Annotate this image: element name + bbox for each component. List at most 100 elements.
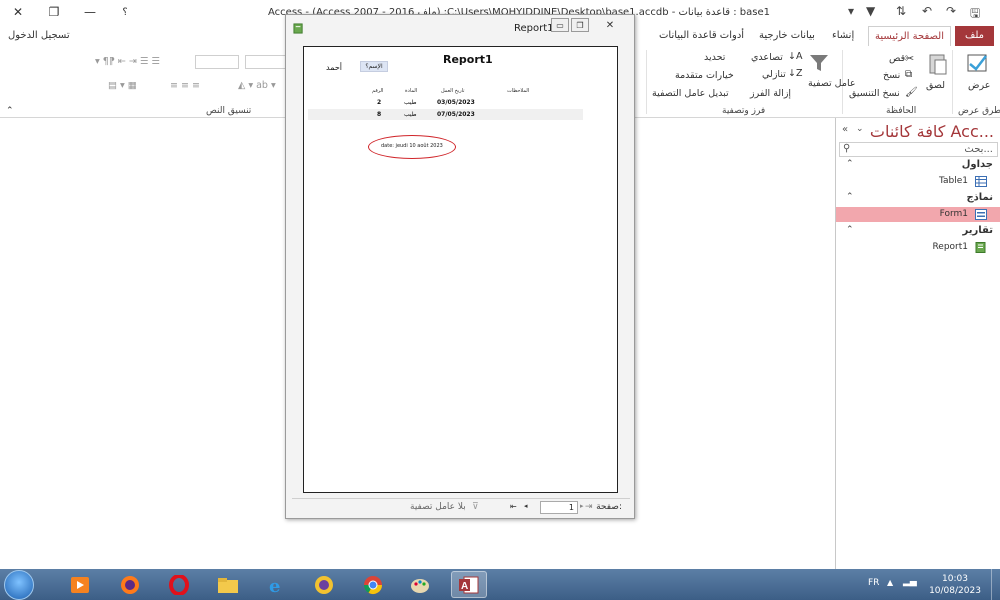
paste-button[interactable]: لصق — [926, 80, 945, 91]
list-icons[interactable]: ▾ ¶⁋ ⇤ ⇥ ☰ ☰ — [95, 56, 160, 67]
group-views-label: طرق عرض — [958, 106, 1000, 116]
paint-icon[interactable] — [402, 571, 438, 598]
vpn-icon[interactable] — [306, 571, 342, 598]
svg-text:e: e — [269, 576, 280, 595]
taskbar: e A FR ▲ ▂▄ 10:03 10/08/2023 — [0, 569, 1000, 600]
page-number-input[interactable]: 1 — [540, 501, 578, 514]
report-name-label: أحمد — [326, 63, 342, 72]
report-window[interactable]: Report1 ▭ ❐ ✕ Report1 الإسم؟ أحمد الرقم … — [285, 14, 635, 519]
filter-icon[interactable]: ▼ — [866, 4, 875, 18]
opera-icon[interactable] — [161, 571, 197, 598]
group-sort-filter-label: فرز وتصفية — [722, 106, 766, 116]
selection-button[interactable]: تحديد — [704, 52, 725, 63]
tab-file[interactable]: ملف — [955, 26, 995, 46]
column-header: الملاحظات — [507, 88, 530, 94]
date-field: date: jeudi 10 août 2023 — [381, 143, 443, 149]
nav-section-reports[interactable]: ⌃ تقارير — [836, 224, 1000, 239]
language-indicator[interactable]: FR — [868, 578, 879, 588]
row-num: 2 — [377, 99, 382, 106]
view-icon[interactable] — [966, 52, 990, 76]
nav-item-table1[interactable]: Table1 — [836, 174, 1000, 189]
nav-search-input[interactable]: بحث... — [964, 144, 993, 155]
nav-section-tables[interactable]: ⌃ جداول — [836, 158, 1000, 173]
format-painter-button[interactable]: نسخ التنسيق — [849, 88, 900, 99]
undo-icon[interactable]: ↶ — [922, 4, 932, 18]
descending-button[interactable]: تنازلي — [762, 69, 786, 80]
restore-icon[interactable]: ❐ — [44, 3, 64, 21]
nav-item-report1[interactable]: Report1 — [836, 240, 1000, 255]
table-row: 8 طيب 07/05/2023 — [308, 109, 583, 120]
ascending-button[interactable]: تصاعدي — [751, 52, 783, 63]
save-icon[interactable]: 🖫 — [970, 4, 980, 25]
column-header: تاريخ العمل — [441, 88, 465, 94]
next-page-icon[interactable]: ▸ — [580, 502, 584, 510]
remove-sort-button[interactable]: إزالة الفرز — [750, 88, 791, 99]
media-player-icon[interactable] — [62, 571, 98, 598]
scissors-icon: ✂ — [905, 52, 915, 65]
last-page-icon[interactable]: ⇥ — [585, 502, 593, 512]
sort-asc-icon: ↓A — [788, 51, 803, 62]
signin-link[interactable]: تسجيل الدخول — [8, 30, 70, 41]
copy-button[interactable]: نسخ — [883, 70, 900, 81]
nav-search-box[interactable]: بحث... ⚲ — [839, 142, 998, 157]
align-icons[interactable]: ≡ ≡ ≡ — [170, 80, 200, 91]
tray-expand-icon[interactable]: ▲ — [887, 578, 893, 587]
group-clipboard-label: الحافظة — [886, 106, 917, 116]
filter-big-icon[interactable] — [808, 52, 830, 74]
copy-icon: ⧉ — [905, 69, 913, 80]
table-icon — [975, 176, 987, 187]
toggle-filter-button[interactable]: تبديل عامل التصفية — [652, 88, 729, 99]
start-button[interactable] — [4, 570, 34, 600]
svg-text:A: A — [461, 581, 468, 592]
prev-page-icon[interactable]: ◂ — [524, 502, 528, 510]
close-icon[interactable]: ✕ — [592, 18, 628, 32]
minimize-icon[interactable]: ▭ — [551, 18, 569, 32]
nav-item-form1[interactable]: Form1 — [836, 207, 1000, 222]
help-button[interactable]: ؟ — [115, 3, 135, 21]
tab-home[interactable]: الصفحة الرئيسية — [868, 26, 951, 46]
report-icon — [975, 242, 986, 253]
firefox-icon[interactable] — [112, 571, 148, 598]
sort-icon[interactable]: ⇅ — [896, 4, 906, 18]
paste-icon[interactable] — [928, 52, 948, 76]
restore-icon[interactable]: ❐ — [571, 18, 589, 32]
advanced-button[interactable]: خيارات متقدمة — [675, 70, 734, 81]
cut-button[interactable]: قص — [889, 53, 905, 64]
chrome-icon[interactable] — [355, 571, 391, 598]
column-header: المادة — [405, 88, 418, 94]
group-text-format-label: تنسيق النص — [206, 106, 252, 116]
first-page-icon[interactable]: ⇤ — [510, 502, 517, 511]
nav-menu-icon[interactable]: ⌄ — [856, 124, 864, 134]
clock[interactable]: 10:03 10/08/2023 — [925, 573, 985, 597]
collapse-ribbon-icon[interactable]: ⌃ — [6, 106, 14, 116]
color-icons[interactable]: ◭ ▾ ab ▾ — [238, 80, 276, 91]
access-taskbar-icon[interactable]: A — [451, 571, 487, 598]
filter-button[interactable]: عامل تصفية — [808, 78, 856, 89]
customize-qat-icon[interactable]: ▾ — [848, 4, 854, 18]
chevron-up-icon: ⌃ — [846, 192, 854, 202]
font-size-box[interactable] — [195, 55, 239, 69]
report-name-button[interactable]: الإسم؟ — [360, 61, 388, 72]
internet-explorer-icon[interactable]: e — [258, 571, 294, 598]
network-icon[interactable]: ▂▄ — [903, 577, 917, 587]
file-explorer-icon[interactable] — [210, 571, 246, 598]
filter-status[interactable]: بلا عامل تصفية — [410, 502, 466, 512]
tab-create[interactable]: إنشاء — [826, 26, 860, 46]
grid-icons[interactable]: ▤ ▾ ▦ — [108, 80, 137, 91]
shutter-bar-icon[interactable]: « — [842, 124, 848, 135]
report-page: Report1 الإسم؟ أحمد الرقم المادة تاريخ ا… — [303, 46, 618, 493]
nav-pane-title[interactable]: كافة كائنات Acc... — [870, 122, 994, 141]
close-icon[interactable]: ✕ — [8, 3, 28, 21]
row-item: طيب — [404, 111, 417, 118]
tab-database-tools[interactable]: أدوات قاعدة البيانات — [653, 26, 750, 46]
minimize-icon[interactable]: — — [80, 3, 100, 21]
view-button[interactable]: عرض — [968, 80, 990, 91]
navigation-pane: كافة كائنات Acc... ⌄ « بحث... ⚲ ⌃ جداول … — [835, 118, 1000, 569]
row-date: 03/05/2023 — [437, 99, 475, 106]
chevron-up-icon: ⌃ — [846, 225, 854, 235]
report-title: Report1 — [443, 53, 493, 66]
show-desktop-button[interactable] — [991, 569, 1000, 600]
redo-icon[interactable]: ↷ — [946, 4, 956, 18]
nav-section-forms[interactable]: ⌃ نماذج — [836, 191, 1000, 206]
tab-external-data[interactable]: بيانات خارجية — [753, 26, 821, 46]
